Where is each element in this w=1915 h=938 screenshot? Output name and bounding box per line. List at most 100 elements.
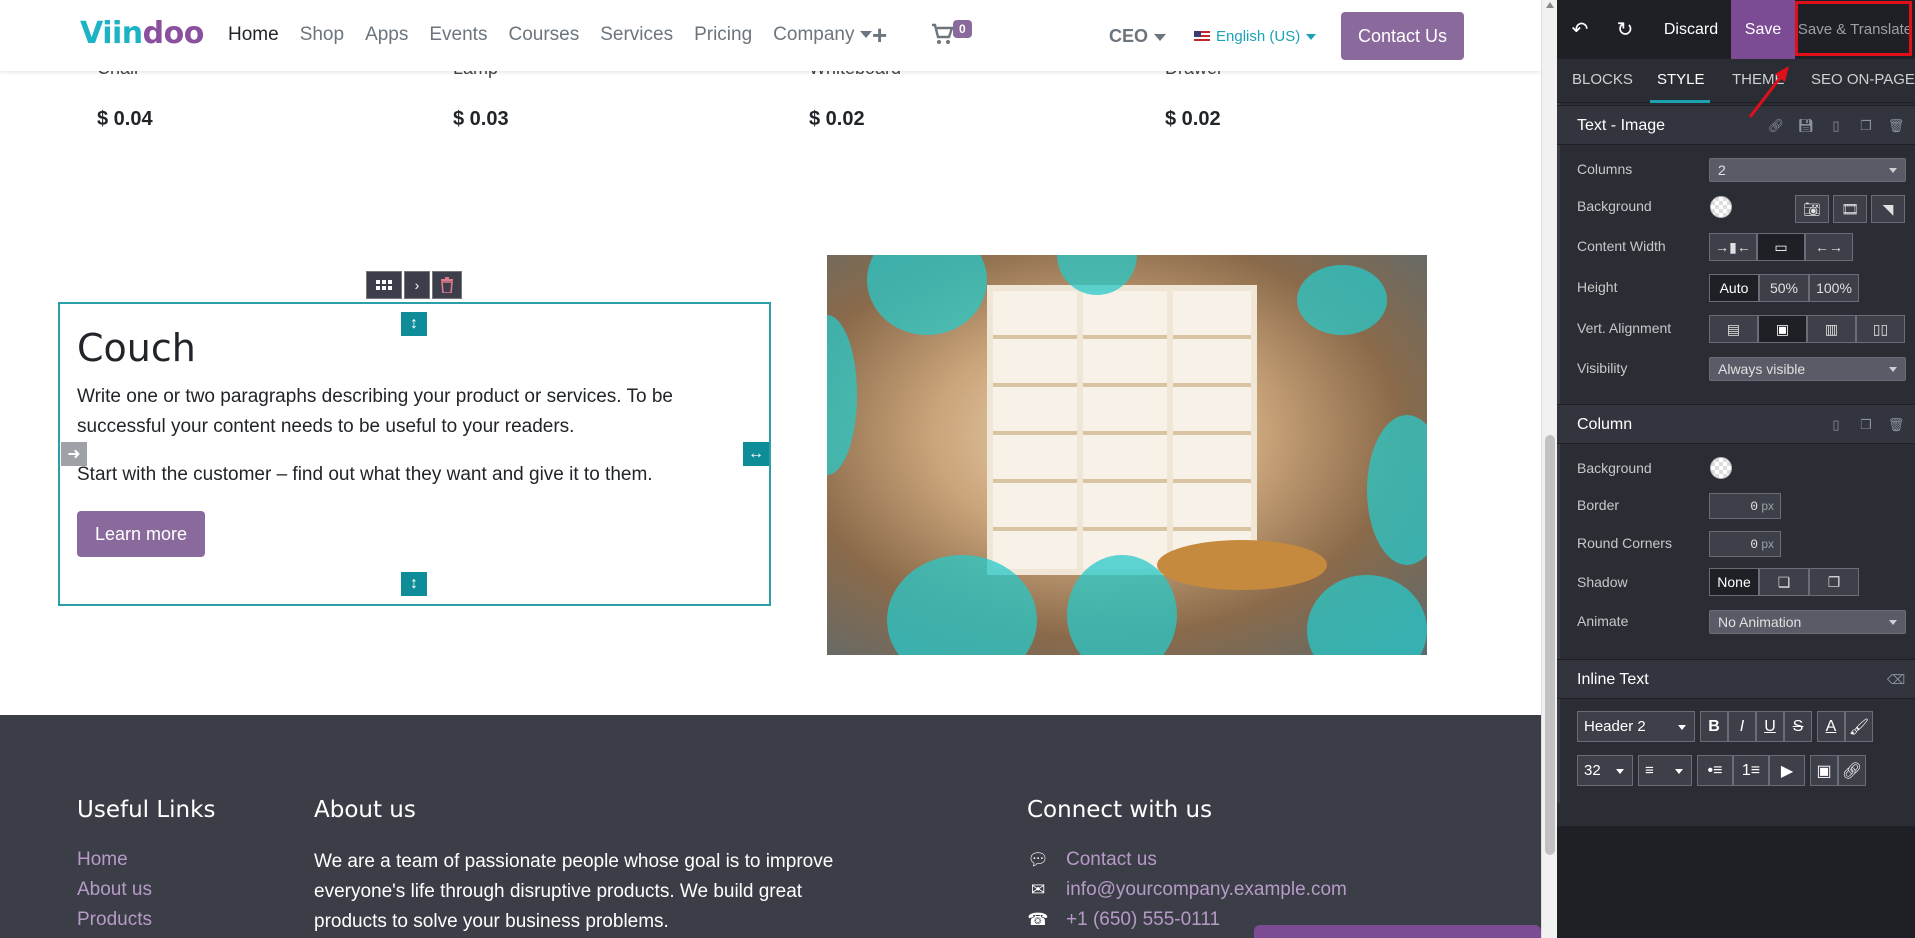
footer-contact-item[interactable]: ✉ info@yourcompany.example.com	[1027, 879, 1347, 901]
footer-contact-item[interactable]: 💬︎ Contact us	[1027, 849, 1157, 871]
redo-icon[interactable]: ↻	[1614, 18, 1636, 41]
user-menu[interactable]: CEO	[1109, 26, 1167, 47]
align-middle-icon[interactable]: ▣	[1758, 315, 1807, 343]
table-shape	[1157, 540, 1327, 590]
tab-seo-on-page[interactable]: SEO ON-PAGE	[1811, 71, 1915, 88]
footer-contact-item[interactable]: ☎ +1 (650) 555-0111	[1027, 909, 1220, 931]
cart-icon[interactable]	[930, 22, 954, 46]
insert-image-icon[interactable]: ▣	[1810, 755, 1838, 786]
language-selector[interactable]: English (US)	[1194, 28, 1317, 45]
us-flag-icon	[1194, 30, 1210, 43]
border-width-input[interactable]: 0 px	[1709, 493, 1781, 519]
column-background-color-picker[interactable]	[1710, 457, 1732, 479]
bold-icon[interactable]: B	[1700, 711, 1728, 742]
video-icon[interactable]: 🎞︎	[1833, 195, 1867, 223]
align-bottom-icon[interactable]: ▥	[1807, 315, 1856, 343]
footer-heading: Useful Links	[77, 797, 216, 823]
live-chat-tab[interactable]	[1254, 925, 1541, 938]
numbered-list-icon[interactable]: 1≡	[1733, 755, 1769, 786]
shadow-none-option[interactable]: None	[1709, 568, 1759, 596]
undo-icon[interactable]: ↶	[1569, 18, 1591, 41]
underline-icon[interactable]: U	[1756, 711, 1784, 742]
shadow-group: None ❏ ❐	[1709, 568, 1859, 596]
columns-label: Columns	[1577, 161, 1633, 177]
drag-grid-icon[interactable]	[366, 271, 402, 299]
nav-home[interactable]: Home	[228, 24, 279, 46]
eraser-icon[interactable]: ⌫	[1887, 671, 1905, 689]
page-scrollbar[interactable]	[1541, 0, 1557, 938]
tab-style[interactable]: STYLE	[1657, 71, 1705, 88]
bulleted-list-icon[interactable]: •≡	[1697, 755, 1733, 786]
nav-services[interactable]: Services	[600, 24, 673, 46]
animate-select[interactable]: No Animation	[1709, 610, 1906, 634]
highlight-brush-icon[interactable]: 🖌︎	[1845, 711, 1873, 742]
nav-company[interactable]: Company	[773, 24, 873, 46]
tab-theme[interactable]: THEME	[1732, 71, 1785, 88]
align-top-icon[interactable]: ▤	[1709, 315, 1758, 343]
italic-icon[interactable]: I	[1728, 711, 1756, 742]
save-snippet-icon[interactable]: 💾︎	[1797, 117, 1815, 135]
shadow-outset-icon[interactable]: ❏	[1759, 568, 1809, 596]
full-width-icon[interactable]: ←→	[1805, 233, 1853, 261]
mobile-icon[interactable]: ▯	[1827, 117, 1845, 135]
nav-pricing[interactable]: Pricing	[694, 24, 752, 46]
gradient-icon[interactable]: ◥	[1871, 195, 1905, 223]
add-page-icon[interactable]: +	[872, 22, 887, 48]
background-color-picker[interactable]	[1710, 196, 1732, 218]
trash-icon[interactable]: 🗑︎	[1887, 416, 1905, 434]
nav-courses[interactable]: Courses	[508, 24, 579, 46]
camera-icon[interactable]: 📷︎	[1795, 195, 1829, 223]
footer-link[interactable]: Products	[77, 909, 152, 931]
snippet-paragraph[interactable]: Start with the customer – find out what …	[77, 460, 737, 490]
height-100-option[interactable]: 100%	[1809, 274, 1859, 302]
chevron-down-icon	[1306, 33, 1317, 40]
resize-bottom-handle-icon[interactable]: ↕	[401, 572, 427, 596]
strikethrough-icon[interactable]: S	[1784, 711, 1812, 742]
align-left-icon[interactable]: ≡	[1638, 755, 1692, 786]
align-stretch-icon[interactable]: ▯▯	[1856, 315, 1905, 343]
save-button[interactable]: Save	[1731, 0, 1795, 59]
font-size-select[interactable]: 32	[1577, 755, 1633, 786]
tab-blocks[interactable]: BLOCKS	[1572, 71, 1633, 88]
narrow-width-icon[interactable]: →▮←	[1709, 233, 1757, 261]
snippet-paragraph[interactable]: Write one or two paragraphs describing y…	[77, 382, 737, 442]
resize-top-handle-icon[interactable]: ↕	[401, 312, 427, 336]
scrollbar-thumb[interactable]	[1545, 435, 1555, 855]
checklist-arrow-icon[interactable]: ▶	[1769, 755, 1805, 786]
trash-icon[interactable]: 🗑︎	[1887, 117, 1905, 135]
snippet-overlay-toolbar: ›	[366, 271, 462, 299]
save-and-translate-button[interactable]: Save & Translate	[1795, 0, 1915, 59]
text-style-select[interactable]: Header 2	[1577, 711, 1695, 742]
shoe-store-image[interactable]	[827, 255, 1427, 655]
footer-link[interactable]: About us	[77, 879, 152, 901]
insert-link-icon[interactable]: 🔗︎	[1838, 755, 1866, 786]
height-50-option[interactable]: 50%	[1759, 274, 1809, 302]
link-icon[interactable]: 🔗︎	[1767, 117, 1785, 135]
snippet-title[interactable]: Couch	[77, 326, 196, 370]
mobile-icon[interactable]: ▯	[1827, 416, 1845, 434]
background-type-group: 📷︎ 🎞︎ ◥	[1795, 195, 1905, 223]
chat-icon: 💬︎	[1027, 850, 1049, 869]
font-color-icon[interactable]: A	[1817, 711, 1845, 742]
move-right-icon[interactable]: ›	[404, 271, 430, 299]
footer-link[interactable]: Home	[77, 849, 128, 871]
resize-right-handle-icon[interactable]: ↔	[743, 442, 769, 466]
height-auto-option[interactable]: Auto	[1709, 274, 1759, 302]
discard-button[interactable]: Discard	[1651, 0, 1731, 59]
site-logo[interactable]: Viindoo	[80, 16, 204, 51]
trash-icon[interactable]	[432, 271, 462, 299]
round-corners-input[interactable]: 0 px	[1709, 531, 1781, 557]
shadow-inset-icon[interactable]: ❐	[1809, 568, 1859, 596]
nav-apps[interactable]: Apps	[365, 24, 408, 46]
nav-events[interactable]: Events	[429, 24, 487, 46]
scroll-up-arrow-icon[interactable]	[1546, 2, 1554, 8]
contact-us-button[interactable]: Contact Us	[1341, 12, 1464, 60]
visibility-select[interactable]: Always visible	[1709, 357, 1906, 381]
duplicate-icon[interactable]: ❐	[1857, 117, 1875, 135]
regular-width-icon[interactable]: ▭	[1757, 233, 1805, 261]
learn-more-button[interactable]: Learn more	[77, 511, 205, 557]
envelope-icon: ✉	[1030, 880, 1046, 899]
nav-shop[interactable]: Shop	[300, 24, 344, 46]
columns-select[interactable]: 2	[1709, 158, 1906, 182]
duplicate-icon[interactable]: ❐	[1857, 416, 1875, 434]
